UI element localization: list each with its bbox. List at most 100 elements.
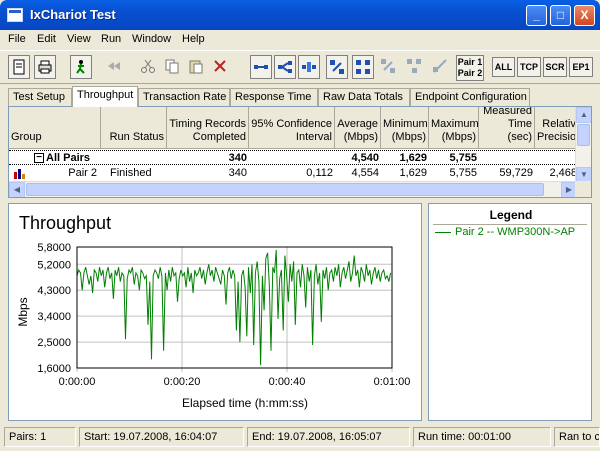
cut-icon[interactable] bbox=[138, 55, 160, 79]
y-tick-label: 2,5000 bbox=[37, 337, 71, 349]
results-table: Group Run Status Timing Records Complete… bbox=[8, 106, 592, 198]
legend-label: Pair 2 -- WMP300N->AP bbox=[455, 226, 576, 238]
new-icon[interactable] bbox=[8, 55, 30, 79]
row-minimum: 1,629 bbox=[399, 152, 427, 164]
print-icon[interactable] bbox=[34, 55, 56, 79]
scroll-corner bbox=[575, 181, 591, 197]
menu-window[interactable]: Window bbox=[132, 33, 171, 45]
link-icon[interactable] bbox=[430, 55, 452, 79]
table-row-pair-2[interactable]: Pair 2 Finished 340 0,112 4,554 1,629 5,… bbox=[9, 166, 577, 181]
status-start: Start: 19.07.2008, 16:04:07 bbox=[79, 427, 244, 447]
copy-icon[interactable] bbox=[162, 55, 184, 79]
throughput-graph: Throughput Mbps Elapsed time (h:mm:ss) 5… bbox=[8, 203, 422, 421]
row-relative-precision: 2,468 bbox=[549, 167, 577, 179]
pair-2-label: Pair 2 bbox=[457, 68, 483, 78]
col-confidence[interactable]: 95% Confidence Interval bbox=[249, 107, 335, 149]
row-maximum: 5,755 bbox=[449, 167, 477, 179]
menu-run[interactable]: Run bbox=[101, 33, 121, 45]
chart-title: Throughput bbox=[19, 213, 111, 233]
row-measured-time: 59,729 bbox=[499, 167, 533, 179]
row-average: 4,540 bbox=[351, 152, 379, 164]
col-minimum[interactable]: Minimum (Mbps) bbox=[381, 107, 429, 149]
status-ran-to: Ran to c bbox=[554, 427, 600, 447]
horizontal-scroll-thumb[interactable] bbox=[26, 183, 544, 196]
legend-divider bbox=[433, 224, 587, 225]
add-pair-icon[interactable] bbox=[250, 55, 272, 79]
scroll-up-icon[interactable]: ▲ bbox=[576, 107, 591, 123]
swap-endpoints-icon[interactable] bbox=[352, 55, 374, 79]
delete-icon[interactable] bbox=[210, 55, 232, 79]
row-timing-records: 340 bbox=[228, 152, 247, 164]
x-tick-label: 0:00:40 bbox=[269, 376, 306, 388]
y-tick-label: 5,8000 bbox=[37, 242, 71, 254]
menu-help[interactable]: Help bbox=[182, 33, 205, 45]
col-average[interactable]: Average (Mbps) bbox=[335, 107, 381, 149]
throughput-chart: Throughput Mbps Elapsed time (h:mm:ss) 5… bbox=[16, 213, 411, 410]
scroll-left-icon[interactable]: ◀ bbox=[9, 182, 25, 197]
vertical-scrollbar[interactable]: ▲ ▼ bbox=[575, 107, 591, 183]
expand-collapse-icon[interactable]: − bbox=[34, 153, 44, 163]
run-icon[interactable] bbox=[70, 55, 92, 79]
y-tick-label: 5,2000 bbox=[37, 259, 71, 271]
row-timing-records: 340 bbox=[228, 167, 247, 179]
status-run-time: Run time: 00:01:00 bbox=[413, 427, 551, 447]
row-average: 4,554 bbox=[351, 167, 379, 179]
row-confidence: 0,112 bbox=[306, 167, 333, 179]
status-end: End: 19.07.2008, 16:05:07 bbox=[247, 427, 410, 447]
table-row-all-pairs[interactable]: − All Pairs 340 4,540 1,629 5,755 bbox=[9, 150, 577, 165]
filter-all-button[interactable]: ALL bbox=[492, 57, 515, 77]
tab-transaction-rate[interactable]: Transaction Rate bbox=[138, 88, 230, 106]
row-group: All Pairs bbox=[46, 152, 91, 164]
horizontal-scrollbar[interactable]: ◀ ▶ bbox=[9, 181, 577, 197]
x-tick-label: 0:00:00 bbox=[59, 376, 96, 388]
status-bar: Pairs: 1 Start: 19.07.2008, 16:04:07 End… bbox=[0, 425, 600, 451]
close-button[interactable]: X bbox=[574, 5, 595, 26]
rewind-icon[interactable] bbox=[104, 55, 126, 79]
tab-throughput[interactable]: Throughput bbox=[72, 86, 138, 107]
add-hardware-pair-icon[interactable] bbox=[298, 55, 320, 79]
col-group[interactable]: Group bbox=[9, 107, 101, 149]
tab-response-time[interactable]: Response Time bbox=[230, 88, 318, 106]
menu-file[interactable]: File bbox=[8, 33, 26, 45]
col-measured-time[interactable]: Measured Time (sec) bbox=[479, 107, 535, 149]
title-bar[interactable]: IxChariot Test _ □ X bbox=[0, 0, 600, 30]
x-tick-label: 0:00:20 bbox=[164, 376, 201, 388]
edit-pair-icon[interactable] bbox=[326, 55, 348, 79]
filter-scr-button[interactable]: SCR bbox=[543, 57, 567, 77]
row-run-status: Finished bbox=[110, 167, 152, 179]
y-axis-label: Mbps bbox=[16, 297, 30, 326]
status-pairs: Pairs: 1 bbox=[4, 427, 76, 447]
col-maximum[interactable]: Maximum (Mbps) bbox=[429, 107, 479, 149]
x-axis-label: Elapsed time (h:mm:ss) bbox=[182, 396, 308, 410]
bar-chart-icon bbox=[14, 169, 26, 179]
add-multicast-icon[interactable] bbox=[274, 55, 296, 79]
filter-tcp-button[interactable]: TCP bbox=[517, 57, 541, 77]
vertical-scroll-thumb[interactable] bbox=[577, 124, 590, 146]
col-timing-records[interactable]: Timing Records Completed bbox=[167, 107, 249, 149]
legend-item-pair-2[interactable]: Pair 2 -- WMP300N->AP bbox=[435, 226, 575, 238]
window-title: IxChariot Test bbox=[30, 7, 116, 22]
toolbar: Pair 1 Pair 2 ALL TCP SCR EP1 bbox=[0, 50, 600, 84]
x-tick-label: 0:01:00 bbox=[374, 376, 411, 388]
menu-view[interactable]: View bbox=[67, 33, 91, 45]
y-tick-label: 3,4000 bbox=[37, 311, 71, 323]
filter-ep1-button[interactable]: EP1 bbox=[569, 57, 593, 77]
legend-swatch bbox=[435, 231, 451, 233]
y-tick-label: 1,6000 bbox=[37, 363, 71, 375]
cluster-icon[interactable] bbox=[404, 55, 426, 79]
minimize-button[interactable]: _ bbox=[526, 5, 547, 26]
row-group: Pair 2 bbox=[68, 167, 97, 179]
pair-1-label: Pair 1 bbox=[457, 57, 483, 67]
pair-one-two-button[interactable]: Pair 1 Pair 2 bbox=[456, 55, 484, 81]
menu-edit[interactable]: Edit bbox=[37, 33, 56, 45]
tab-raw-data-totals[interactable]: Raw Data Totals bbox=[318, 88, 410, 106]
legend-panel: Legend Pair 2 -- WMP300N->AP bbox=[428, 203, 592, 421]
tab-strip: Test Setup Throughput Transaction Rate R… bbox=[0, 86, 600, 107]
col-run-status[interactable]: Run Status bbox=[101, 107, 167, 149]
paste-icon[interactable] bbox=[186, 55, 208, 79]
maximize-button[interactable]: □ bbox=[550, 5, 571, 26]
app-icon bbox=[7, 8, 23, 22]
tab-endpoint-configuration[interactable]: Endpoint Configuration bbox=[410, 88, 530, 106]
tab-test-setup[interactable]: Test Setup bbox=[8, 88, 72, 106]
pair-options-icon[interactable] bbox=[378, 55, 400, 79]
